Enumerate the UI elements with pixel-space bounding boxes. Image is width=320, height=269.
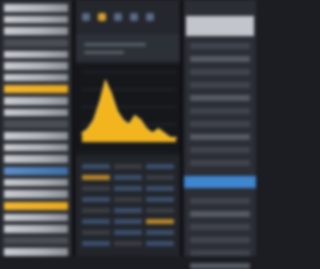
list-item[interactable] (190, 198, 250, 204)
data-point (134, 114, 136, 117)
list-item[interactable] (190, 121, 250, 127)
data-table (76, 156, 180, 256)
data-point (87, 128, 89, 130)
settings-icon[interactable] (130, 13, 138, 21)
list-item[interactable] (4, 236, 68, 245)
data-point (157, 128, 160, 130)
left-list-panel (0, 0, 72, 257)
price-chart[interactable] (76, 64, 180, 152)
grid-icon[interactable] (114, 13, 122, 21)
info-strip (76, 34, 180, 62)
list-item[interactable] (4, 166, 68, 175)
list-item[interactable] (190, 237, 250, 243)
list-item[interactable] (4, 97, 68, 105)
list-item[interactable] (4, 73, 68, 82)
list-item[interactable] (190, 56, 250, 62)
chart-icon[interactable] (82, 13, 90, 21)
list-item[interactable] (190, 134, 250, 140)
list-item[interactable] (190, 69, 250, 75)
data-point (92, 119, 95, 121)
list-item[interactable] (190, 224, 250, 230)
list-item[interactable] (190, 211, 250, 217)
right-panel-header (186, 16, 254, 36)
data-point (151, 132, 154, 135)
right-divider (180, 0, 183, 256)
data-point (122, 119, 124, 121)
list-item[interactable] (190, 263, 250, 269)
data-point (175, 136, 177, 139)
list-item[interactable] (4, 213, 68, 222)
list-item[interactable] (190, 108, 250, 114)
list-item[interactable] (4, 120, 68, 129)
list-item[interactable] (190, 82, 250, 88)
selected-row[interactable] (184, 176, 256, 188)
table-row[interactable] (82, 175, 174, 180)
list-item[interactable] (190, 147, 250, 153)
data-point (128, 123, 130, 126)
strip-line (84, 42, 146, 46)
data-point (104, 79, 107, 82)
data-point (81, 132, 83, 135)
list-item[interactable] (4, 4, 68, 12)
list-item[interactable] (4, 132, 68, 140)
table-row[interactable] (82, 197, 174, 202)
list-item[interactable] (4, 38, 68, 47)
data-point (145, 128, 148, 130)
strip-line (84, 50, 124, 54)
list-item[interactable] (4, 190, 68, 198)
data-point (169, 136, 171, 139)
filter-icon[interactable] (146, 13, 154, 21)
table-row[interactable] (82, 219, 174, 224)
chart-svg (81, 71, 177, 143)
list-item[interactable] (4, 225, 68, 233)
list-item[interactable] (4, 62, 68, 70)
table-row[interactable] (82, 241, 174, 246)
list-item[interactable] (4, 50, 68, 59)
data-point (116, 110, 119, 113)
data-point (110, 93, 113, 95)
table-row[interactable] (82, 164, 174, 169)
trading-app (0, 0, 256, 269)
list-item[interactable] (190, 43, 250, 49)
list-item[interactable] (190, 95, 250, 101)
table-row[interactable] (82, 186, 174, 191)
data-point (139, 119, 142, 121)
list-item[interactable] (4, 178, 68, 187)
data-point (163, 132, 166, 135)
table-row[interactable] (82, 208, 174, 213)
table-row[interactable] (82, 230, 174, 235)
data-point (98, 101, 101, 104)
list-item[interactable] (190, 160, 250, 166)
list-item[interactable] (4, 248, 68, 257)
list-item[interactable] (4, 15, 68, 24)
list-item[interactable] (4, 108, 68, 117)
list-item[interactable] (4, 85, 68, 94)
list-item[interactable] (4, 143, 68, 152)
left-divider (72, 0, 75, 256)
list-item[interactable] (4, 155, 68, 163)
chart-toolbar (76, 0, 180, 34)
list-item[interactable] (190, 250, 250, 256)
list-item[interactable] (4, 201, 68, 210)
amber-icon[interactable] (98, 13, 106, 21)
list-item[interactable] (4, 27, 68, 35)
right-panel (184, 0, 256, 269)
